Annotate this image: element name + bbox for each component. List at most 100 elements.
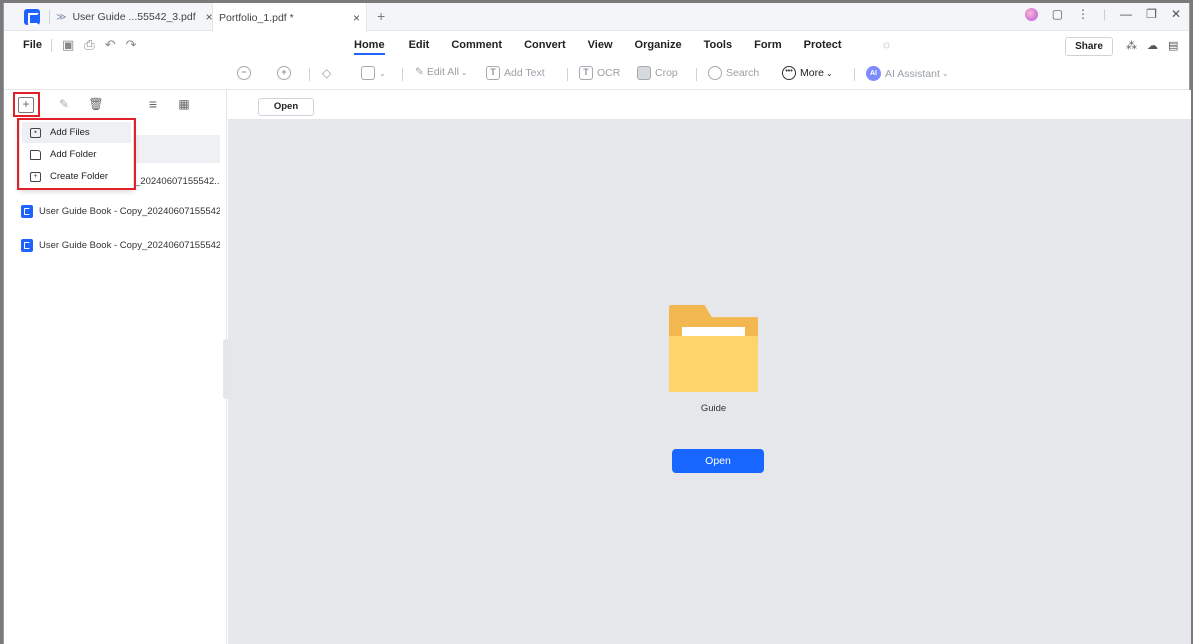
tab-portfolio[interactable]: Portfolio_1.pdf * × (212, 3, 367, 32)
app-logo-icon (24, 9, 40, 25)
tab-view[interactable]: View (588, 37, 613, 55)
tab-label: Portfolio_1.pdf * (219, 11, 294, 24)
divider (854, 68, 855, 81)
tab-edit[interactable]: Edit (409, 37, 430, 55)
more-button[interactable]: ••• More ⌄ (782, 66, 833, 80)
file-menu[interactable]: File (23, 39, 42, 51)
add-button-highlight (13, 92, 40, 117)
undo-icon[interactable]: ↶ (105, 37, 116, 53)
tab-user-guide[interactable]: ≫ User Guide ...55542_3.pdf × (56, 3, 221, 31)
print-icon[interactable]: ⎙ (84, 37, 94, 53)
right-actions: ⁂ ☁ ▤ (1126, 39, 1178, 52)
save-icon[interactable]: ▣ (62, 37, 74, 53)
search-button[interactable]: Search (708, 66, 759, 80)
document-icon: ≫ (56, 11, 67, 23)
tab-protect[interactable]: Protect (804, 37, 842, 55)
edit-file-icon[interactable]: ✎ (56, 97, 72, 113)
add-text-label: Add Text (504, 67, 545, 79)
more-vertical-icon[interactable]: ⋮ (1077, 7, 1089, 21)
divider: | (1103, 7, 1107, 21)
content-toolbar: Open (228, 90, 1191, 120)
chevron-down-icon: ⌄ (941, 69, 949, 78)
open-button[interactable]: Open (672, 449, 764, 473)
divider (402, 68, 403, 81)
divider (49, 10, 50, 24)
chat-icon[interactable]: ▢ (1052, 7, 1063, 21)
chevron-down-icon: ⌄ (460, 67, 468, 77)
search-icon (708, 66, 722, 80)
tab-form[interactable]: Form (754, 37, 782, 55)
chevron-down-icon: ⌄ (379, 68, 386, 78)
search-label: Search (726, 67, 760, 79)
tab-home[interactable]: Home (354, 37, 385, 55)
close-icon[interactable]: × (353, 11, 360, 25)
open-button-small[interactable]: Open (258, 98, 314, 116)
chevron-down-icon: ⌄ (825, 68, 833, 78)
tab-convert[interactable]: Convert (524, 37, 566, 55)
zoom-out-button[interactable]: − (237, 66, 255, 80)
menu-bar: File ▣ ⎙ ↶ ↷ Home Edit Comment Convert V… (4, 31, 1189, 61)
window-controls: ▢ ⋮ | — ❐ ✕ (1024, 7, 1181, 21)
lightbulb-icon[interactable]: ☼ (881, 37, 892, 51)
highlight-button[interactable]: ◇ (322, 66, 331, 80)
menu-tabs: Home Edit Comment Convert View Organize … (354, 37, 842, 55)
main-content: Open Guide Open (228, 90, 1191, 644)
close-window-icon[interactable]: ✕ (1171, 7, 1181, 21)
grid-view-icon[interactable]: ▦ (176, 97, 192, 113)
title-bar: ≫ User Guide ...55542_3.pdf × Portfolio_… (4, 3, 1189, 32)
share-button[interactable]: Share (1065, 37, 1113, 56)
rectangle-icon (361, 66, 375, 80)
add-text-button[interactable]: T Add Text (486, 66, 545, 80)
ai-assistant-label: AI Assistant (885, 67, 940, 80)
cloud-upload-icon[interactable]: ☁ (1147, 39, 1158, 52)
ai-assistant-button[interactable]: AI AI Assistant ⌄ (866, 66, 949, 81)
folder-name: Guide (700, 403, 727, 414)
share-network-icon[interactable]: ⁂ (1126, 39, 1137, 52)
list-item[interactable]: User Guide Book - Copy_20240607155542... (17, 231, 220, 259)
divider (51, 39, 52, 52)
tab-label: User Guide ...55542_3.pdf (72, 11, 196, 23)
avatar[interactable] (1024, 7, 1038, 21)
new-tab-button[interactable]: + (377, 8, 385, 24)
ocr-label: OCR (597, 67, 621, 79)
restore-icon[interactable]: ❐ (1146, 7, 1157, 21)
file-name: User Guide Book - Copy_20240607155542... (39, 239, 220, 251)
list-view-icon[interactable]: ≡ (145, 97, 161, 113)
zoom-out-icon: − (237, 66, 251, 80)
more-dots-icon: ••• (782, 66, 796, 80)
shape-button[interactable]: ⌄ (361, 66, 386, 80)
redo-icon[interactable]: ↷ (126, 37, 137, 53)
divider (696, 68, 697, 81)
edit-all-button[interactable]: ✎ Edit All ⌄ (415, 66, 468, 78)
edit-all-label: Edit All (426, 66, 459, 78)
home-toolbar: − + ◇ ⌄ ✎ Edit All ⌄ T Add Text T OCR Crop S… (4, 61, 1189, 89)
file-name: _20240607155542... (135, 175, 220, 187)
minimize-icon[interactable]: — (1120, 7, 1132, 21)
panel-icon[interactable]: ▤ (1168, 39, 1178, 52)
tab-comment[interactable]: Comment (451, 37, 502, 55)
tab-organize[interactable]: Organize (635, 37, 682, 55)
divider (567, 68, 568, 81)
zoom-in-icon: + (277, 66, 291, 80)
ai-icon: AI (866, 66, 881, 81)
dropdown-highlight (17, 118, 136, 190)
app-window: ≫ User Guide ...55542_3.pdf × Portfolio_… (3, 3, 1191, 644)
file-name: User Guide Book - Copy_20240607155542... (39, 205, 220, 217)
text-icon: T (486, 66, 500, 80)
sidebar-toolbar: + ✎ 🗑︎ ≡ ▦ (4, 90, 227, 120)
crop-button[interactable]: Crop (637, 66, 678, 80)
trash-icon[interactable]: 🗑︎ (88, 97, 104, 113)
zoom-in-button[interactable]: + (277, 66, 295, 80)
tab-tools[interactable]: Tools (704, 37, 733, 55)
divider (309, 68, 310, 81)
crop-label: Crop (655, 67, 678, 79)
more-label: More (800, 67, 824, 79)
folder-icon[interactable] (669, 305, 758, 392)
pdf-file-icon (21, 238, 33, 252)
highlighter-icon: ◇ (322, 66, 332, 80)
crop-icon (637, 66, 651, 80)
ocr-button[interactable]: T OCR (579, 66, 620, 80)
list-item[interactable]: User Guide Book - Copy_20240607155542... (17, 197, 220, 225)
pdf-file-icon (21, 204, 33, 218)
ocr-icon: T (579, 66, 593, 80)
